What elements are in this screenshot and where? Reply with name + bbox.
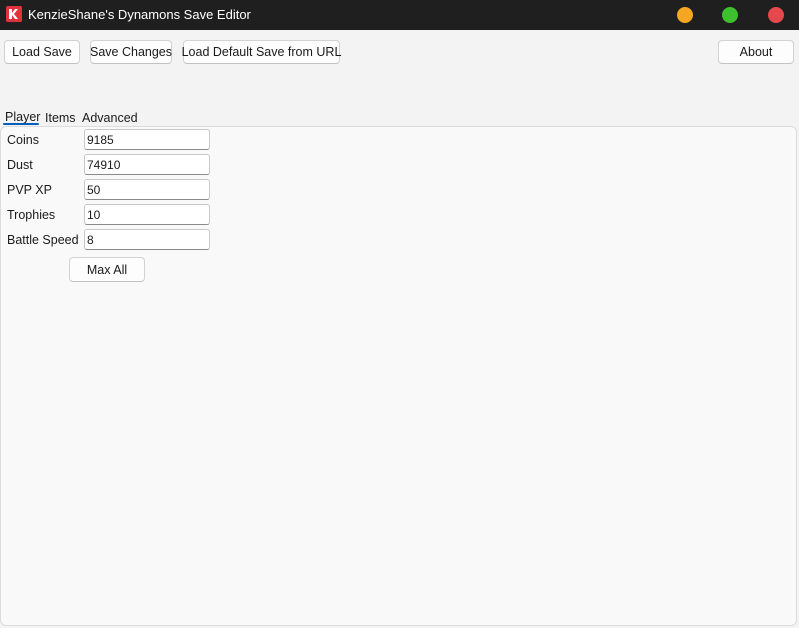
selected-tab-indicator (3, 123, 39, 125)
load-save-button[interactable]: Load Save (4, 40, 80, 64)
tab-player[interactable]: Player (5, 110, 40, 124)
title-bar[interactable]: KenzieShane's Dynamons Save Editor (0, 0, 799, 30)
pvp-xp-input[interactable] (84, 179, 210, 200)
tab-advanced[interactable]: Advanced (82, 111, 138, 125)
minimize-button[interactable] (677, 7, 693, 23)
pvp-xp-label: PVP XP (7, 183, 52, 197)
tab-items[interactable]: Items (45, 111, 76, 125)
app-logo-icon (6, 6, 22, 22)
about-button[interactable]: About (718, 40, 794, 64)
max-all-button[interactable]: Max All (69, 257, 145, 282)
dust-input[interactable] (84, 154, 210, 175)
load-default-save-button[interactable]: Load Default Save from URL (182, 40, 341, 64)
trophies-input[interactable] (84, 204, 210, 225)
dust-label: Dust (7, 158, 33, 172)
coins-input[interactable] (84, 129, 210, 150)
coins-label: Coins (7, 133, 39, 147)
trophies-label: Trophies (7, 208, 56, 222)
battle-speed-input[interactable] (84, 229, 210, 250)
maximize-button[interactable] (722, 7, 738, 23)
save-changes-button[interactable]: Save Changes (90, 40, 172, 64)
battle-speed-label: Battle Speed (7, 233, 79, 247)
window-title: KenzieShane's Dynamons Save Editor (28, 7, 251, 22)
close-button[interactable] (768, 7, 784, 23)
app-window: KenzieShane's Dynamons Save Editor Load … (0, 0, 799, 628)
player-tab-panel (0, 126, 797, 626)
